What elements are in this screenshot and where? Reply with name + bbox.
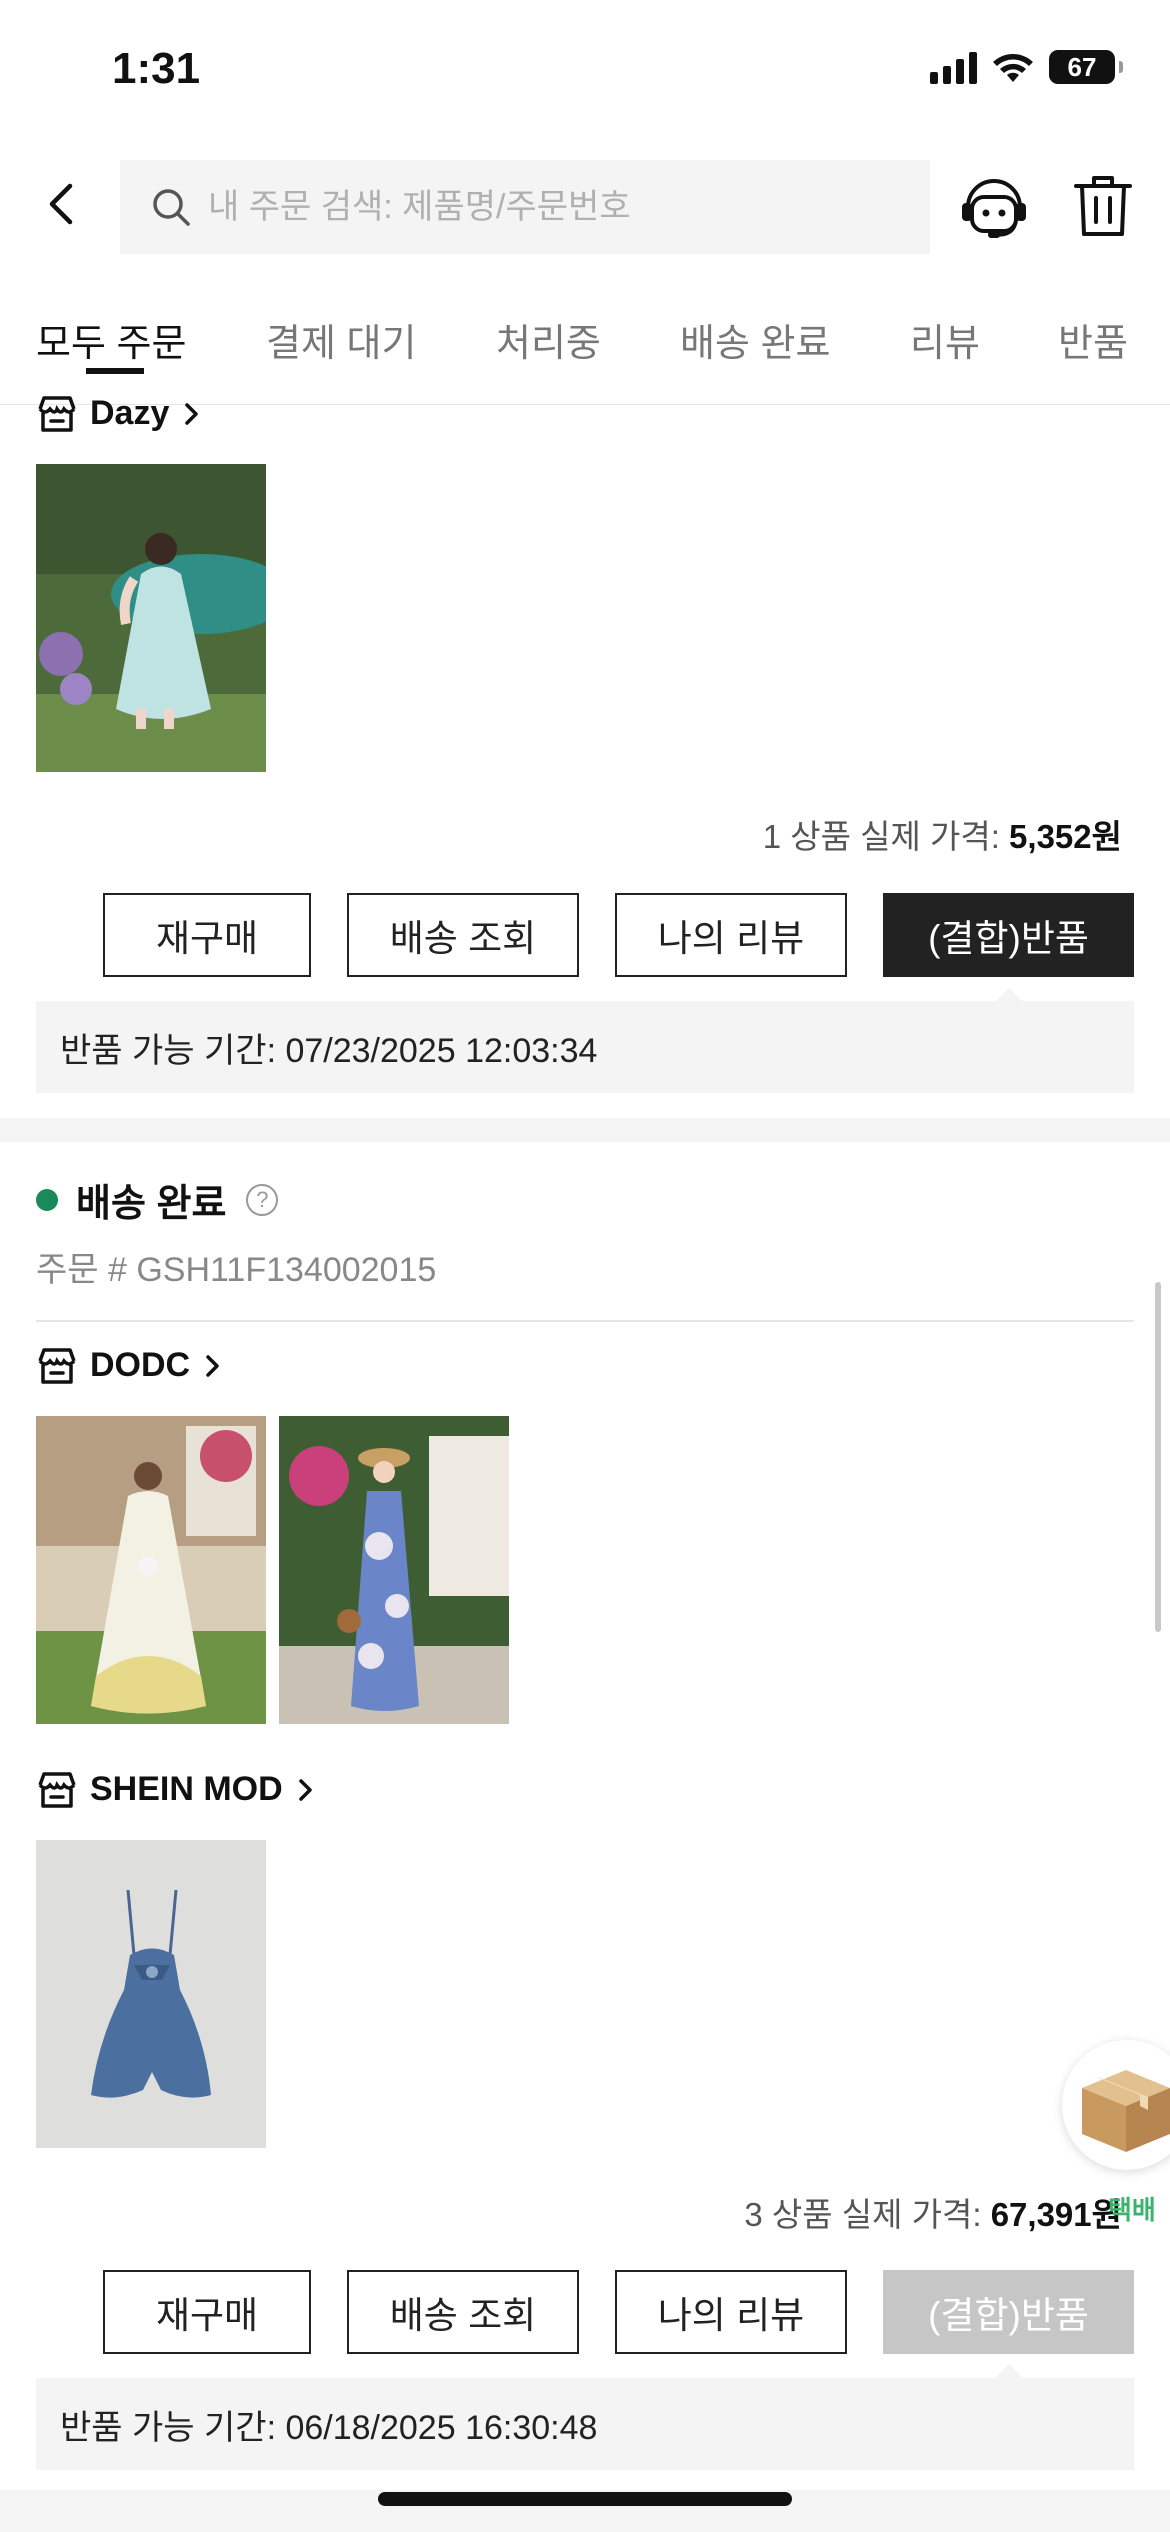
price-value: 5,352원 bbox=[1009, 818, 1122, 855]
floating-parcel-button[interactable] bbox=[1062, 2040, 1170, 2170]
battery-icon: 67 bbox=[1049, 50, 1123, 84]
divider bbox=[36, 1320, 1134, 1322]
wifi-icon bbox=[993, 54, 1033, 82]
chevron-right-icon bbox=[298, 1778, 312, 1801]
order1-price-summary: 1 상품 실제 가격: 5,352원 bbox=[763, 810, 1122, 858]
home-indicator[interactable] bbox=[378, 2492, 792, 2506]
my-review-button[interactable]: 나의 리뷰 bbox=[615, 2270, 847, 2354]
order-number: 주문 # GSH11F134002015 bbox=[36, 1251, 437, 1289]
trash-icon[interactable] bbox=[1072, 172, 1134, 238]
search-bar[interactable] bbox=[120, 160, 930, 254]
store-link-dodc[interactable]: DODC bbox=[36, 1346, 224, 1385]
store-link-shein-mod[interactable]: SHEIN MOD bbox=[36, 1770, 317, 1809]
tab-review[interactable]: 리뷰 bbox=[910, 312, 980, 367]
track-shipment-button[interactable]: 배송 조회 bbox=[347, 893, 579, 977]
product-image-dodc-blue-dress[interactable] bbox=[279, 1416, 509, 1724]
status-time: 1:31 bbox=[112, 44, 201, 93]
return-button-disabled[interactable]: (결합)반품 bbox=[883, 2270, 1134, 2354]
notice-pointer bbox=[995, 988, 1023, 1002]
track-shipment-button[interactable]: 배송 조회 bbox=[347, 2270, 579, 2354]
order-tabs: 모두 주문 결제 대기 처리중 배송 완료 리뷰 반품 bbox=[0, 300, 1170, 405]
product-image-denim-romper[interactable] bbox=[36, 1840, 266, 2148]
chevron-right-icon bbox=[206, 1354, 219, 1377]
tab-all-orders[interactable]: 모두 주문 bbox=[36, 312, 186, 367]
status-dot-icon bbox=[36, 1188, 58, 1211]
tab-processing[interactable]: 처리중 bbox=[496, 312, 601, 367]
store-name: SHEIN MOD bbox=[90, 1770, 283, 1808]
price-label: 3 상품 실제 가격: bbox=[744, 2196, 982, 2233]
return-period-notice: 반품 가능 기간: 06/18/2025 16:30:48 bbox=[36, 2378, 1134, 2470]
order2-price-summary: 3 상품 실제 가격: 67,391원 bbox=[744, 2188, 1122, 2236]
customer-service-icon[interactable] bbox=[958, 175, 1030, 239]
return-period-notice: 반품 가능 기간: 07/23/2025 12:03:34 bbox=[36, 1001, 1134, 1093]
status-label: 배송 완료 bbox=[76, 1183, 227, 1225]
notice-pointer bbox=[995, 2364, 1023, 2378]
product-image-dodc-white-dress[interactable] bbox=[36, 1416, 266, 1724]
order-separator bbox=[0, 1118, 1170, 1142]
store-icon bbox=[38, 1771, 76, 1808]
signal-icon bbox=[930, 50, 977, 84]
parcel-box-icon bbox=[1082, 2070, 1170, 2152]
tab-delivered[interactable]: 배송 완료 bbox=[680, 312, 830, 367]
search-input[interactable] bbox=[206, 186, 910, 228]
store-icon bbox=[38, 395, 76, 432]
tab-pending-payment[interactable]: 결제 대기 bbox=[266, 312, 416, 367]
price-label: 1 상품 실제 가격: bbox=[762, 818, 1000, 855]
order-status: 배송 완료 ? bbox=[36, 1172, 279, 1227]
store-link-dazy[interactable]: Dazy bbox=[36, 394, 203, 433]
tab-returns[interactable]: 반품 bbox=[1058, 312, 1128, 367]
store-icon bbox=[38, 1347, 76, 1384]
store-name: Dazy bbox=[90, 394, 170, 432]
store-name: DODC bbox=[90, 1346, 191, 1384]
product-image-dazy-dress[interactable] bbox=[36, 464, 266, 772]
return-button[interactable]: (결합)반품 bbox=[883, 893, 1134, 977]
status-icons: 67 bbox=[930, 50, 1123, 84]
floating-parcel-label: 택배 bbox=[1108, 2195, 1156, 2225]
chevron-right-icon bbox=[185, 402, 199, 425]
price-value: 67,391원 bbox=[990, 2196, 1122, 2233]
search-icon bbox=[153, 189, 190, 226]
rebuy-button[interactable]: 재구매 bbox=[103, 2270, 311, 2354]
help-icon[interactable]: ? bbox=[246, 1183, 279, 1216]
rebuy-button[interactable]: 재구매 bbox=[103, 893, 311, 977]
scrollbar[interactable] bbox=[1155, 1282, 1161, 1632]
my-review-button[interactable]: 나의 리뷰 bbox=[615, 893, 847, 977]
active-tab-indicator bbox=[86, 368, 144, 374]
back-arrow-icon[interactable] bbox=[38, 180, 86, 228]
